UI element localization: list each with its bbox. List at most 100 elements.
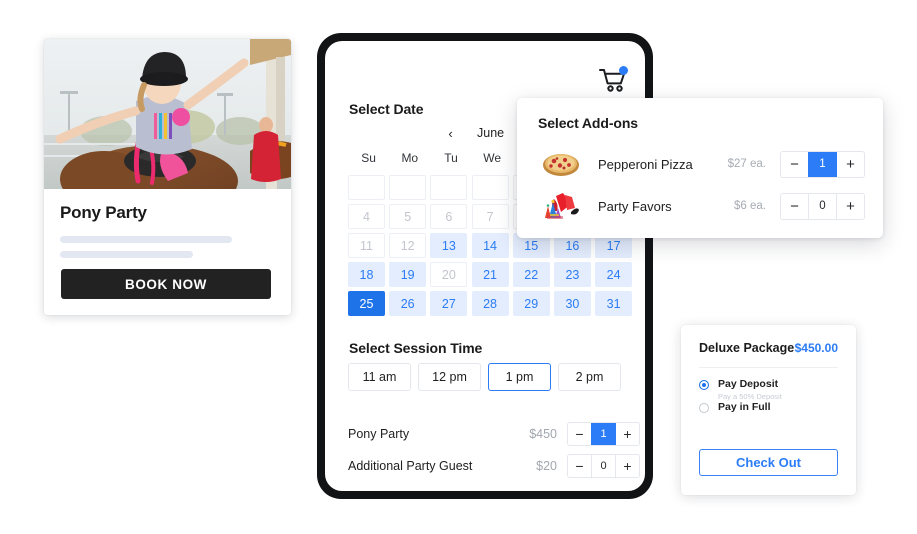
stepper-value[interactable]: 0 xyxy=(591,454,616,477)
line-item-price: $20 xyxy=(536,458,557,473)
calendar-empty-cell xyxy=(430,175,468,200)
stepper-decrement-button[interactable]: − xyxy=(781,151,808,177)
calendar-day-cell[interactable]: 18 xyxy=(348,262,385,287)
product-title: Pony Party xyxy=(60,203,147,222)
stepper-value[interactable]: 1 xyxy=(591,422,616,445)
pepperoni-pizza-icon xyxy=(543,154,579,176)
line-item-list: Pony Party $450−1 + Additional Party Guest $… xyxy=(348,420,640,484)
session-time-option[interactable]: 12 pm xyxy=(418,363,481,391)
payment-option-label: Pay Deposit xyxy=(718,378,779,390)
calendar-day-cell[interactable]: 13 xyxy=(430,233,468,258)
cart-badge xyxy=(619,66,628,75)
calendar-day-cell: 12 xyxy=(389,233,427,258)
payment-option-sublabel: Pay a 50% Deposit xyxy=(718,392,782,401)
calendar-month-label: June xyxy=(477,126,505,140)
calendar-day-cell[interactable]: 26 xyxy=(389,291,427,316)
addon-row: Party Favors $6 ea. −0 + xyxy=(538,185,865,227)
select-date-heading: Select Date xyxy=(349,101,424,117)
payment-option[interactable]: Pay in Full xyxy=(699,401,838,413)
payment-options: Pay Deposit Pay a 50% Deposit Pay in Full xyxy=(699,368,838,413)
addon-price: $6 ea. xyxy=(734,200,766,212)
addons-list: Pepperoni Pizza $27 ea. −1 + Party Favors $6… xyxy=(538,143,865,227)
session-time-option[interactable]: 1 pm xyxy=(488,363,551,391)
placeholder-line-2 xyxy=(60,251,193,258)
line-item-name: Pony Party xyxy=(348,426,410,441)
prev-month-arrow-icon[interactable]: ‹ xyxy=(430,126,471,141)
quantity-stepper: −0 + xyxy=(780,192,865,220)
addon-name: Party Favors xyxy=(598,198,672,214)
checkout-header: Deluxe Package $450.00 xyxy=(699,341,838,368)
line-item-row: Additional Party Guest $20−0 + xyxy=(348,452,640,479)
calendar-day-cell[interactable]: 29 xyxy=(512,291,550,316)
stepper-value[interactable]: 0 xyxy=(808,193,837,219)
stepper-decrement-button[interactable]: − xyxy=(781,193,808,219)
calendar-day-cell[interactable]: 22 xyxy=(512,262,550,287)
select-session-time-heading: Select Session Time xyxy=(349,340,483,356)
calendar-day-cell: 6 xyxy=(430,204,468,229)
calendar-day-cell: 7 xyxy=(471,204,509,229)
package-name: Deluxe Package xyxy=(699,341,795,355)
placeholder-line-1 xyxy=(60,236,232,243)
payment-option-text: Pay in Full xyxy=(709,401,771,413)
calendar-day-cell: 20 xyxy=(430,262,468,287)
calendar-day-cell[interactable]: 19 xyxy=(389,262,427,287)
addon-thumbnail xyxy=(538,187,584,225)
product-card-body: Pony Party xyxy=(44,189,291,258)
session-time-option[interactable]: 2 pm xyxy=(558,363,621,391)
checkout-panel: Deluxe Package $450.00 Pay Deposit Pay a … xyxy=(681,325,856,495)
package-price: $450.00 xyxy=(794,341,838,355)
stepper-increment-button[interactable]: + xyxy=(616,454,639,477)
screenshot-canvas: Pony Party BOOK NOW Select Date ‹ June S… xyxy=(0,0,917,534)
calendar-day-cell[interactable]: 30 xyxy=(553,291,591,316)
calendar-day-cell[interactable]: 28 xyxy=(471,291,509,316)
addons-heading: Select Add-ons xyxy=(538,115,638,131)
calendar-day-cell[interactable]: 27 xyxy=(430,291,468,316)
calendar-day-cell[interactable]: 14 xyxy=(471,233,509,258)
payment-option[interactable]: Pay Deposit xyxy=(699,378,838,390)
stepper-increment-button[interactable]: + xyxy=(837,193,864,219)
calendar-empty-cell xyxy=(389,175,427,200)
addons-popover: Select Add-ons Pepperoni Pizza $27 ea. −1 +… xyxy=(517,98,883,238)
calendar-day-cell: 5 xyxy=(389,204,427,229)
line-item-price: $450 xyxy=(529,426,557,441)
stepper-decrement-button[interactable]: − xyxy=(568,422,591,445)
line-item-name: Additional Party Guest xyxy=(348,458,473,473)
calendar-day-cell: 11 xyxy=(348,233,385,258)
check-out-button[interactable]: Check Out xyxy=(699,449,838,476)
stepper-increment-button[interactable]: + xyxy=(837,151,864,177)
addon-row: Pepperoni Pizza $27 ea. −1 + xyxy=(538,143,865,185)
line-item-row: Pony Party $450−1 + xyxy=(348,420,640,447)
day-of-week-label: Tu xyxy=(444,151,458,165)
calendar-day-cell: 4 xyxy=(348,204,385,229)
calendar-day-cell[interactable]: 23 xyxy=(553,262,591,287)
radio-button-icon[interactable] xyxy=(699,403,709,413)
stepper-increment-button[interactable]: + xyxy=(616,422,639,445)
product-photo xyxy=(44,39,291,189)
day-of-week-label: Su xyxy=(361,151,376,165)
product-card: Pony Party BOOK NOW xyxy=(44,39,291,315)
stepper-decrement-button[interactable]: − xyxy=(568,454,591,477)
calendar-day-cell[interactable]: 24 xyxy=(595,262,633,287)
day-of-week-label: Mo xyxy=(401,151,419,165)
payment-option-text: Pay Deposit xyxy=(709,378,778,390)
calendar-day-cell[interactable]: 25 xyxy=(348,291,385,316)
stepper-value[interactable]: 1 xyxy=(808,151,837,177)
calendar-empty-cell xyxy=(348,175,385,200)
addon-price: $27 ea. xyxy=(727,158,766,170)
quantity-stepper: −0 + xyxy=(567,453,640,478)
calendar-empty-cell xyxy=(471,175,509,200)
party-favors-icon xyxy=(545,193,579,219)
quantity-stepper: −1 + xyxy=(780,150,865,178)
calendar-day-cell[interactable]: 31 xyxy=(595,291,633,316)
cart-button[interactable] xyxy=(599,66,628,93)
addon-thumbnail xyxy=(538,145,584,183)
radio-button-icon[interactable] xyxy=(699,380,709,390)
calendar-day-cell[interactable]: 21 xyxy=(471,262,509,287)
payment-option-label: Pay in Full xyxy=(718,401,771,413)
addon-name: Pepperoni Pizza xyxy=(598,156,693,172)
quantity-stepper: −1 + xyxy=(567,421,640,446)
session-time-option[interactable]: 11 am xyxy=(348,363,411,391)
session-time-options: 11 am 12 pm 1 pm 2 pm xyxy=(348,363,621,391)
book-now-button[interactable]: BOOK NOW xyxy=(61,269,271,299)
day-of-week-label: We xyxy=(483,151,502,165)
